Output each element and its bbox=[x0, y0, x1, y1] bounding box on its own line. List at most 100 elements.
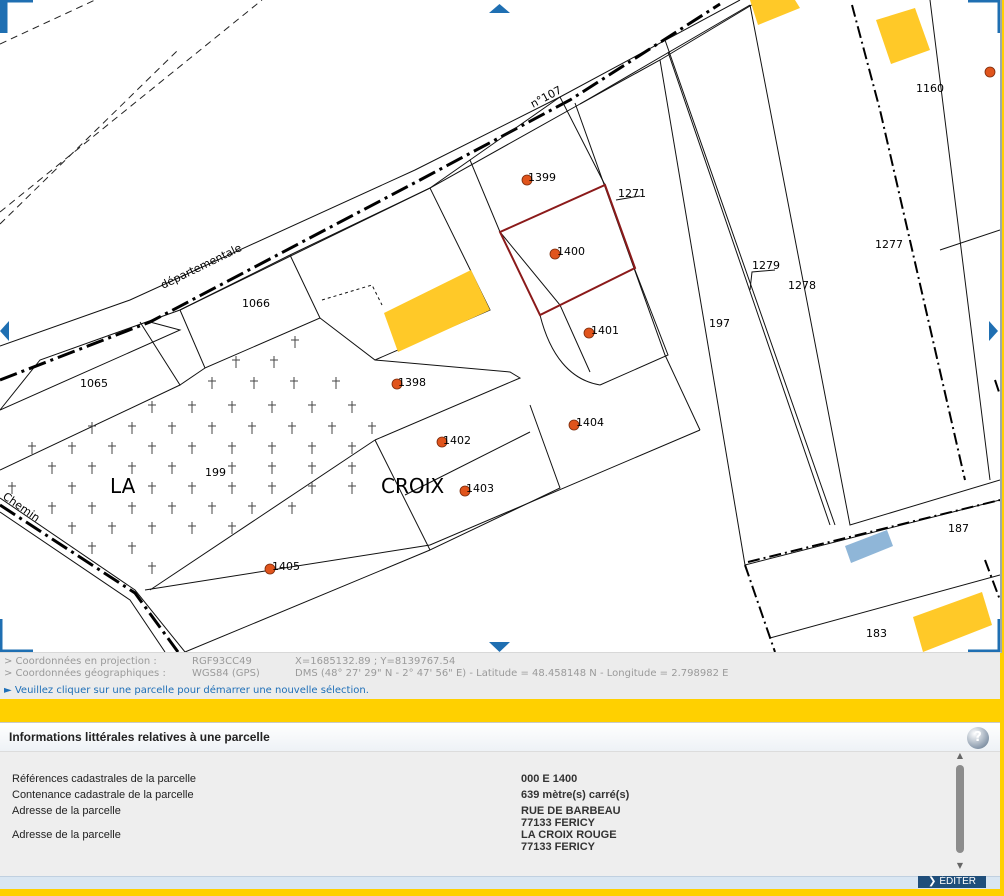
cross-icon bbox=[328, 422, 336, 434]
label-1405[interactable]: 1405 bbox=[272, 560, 300, 573]
edit-button[interactable]: ❯ ÉDITER bbox=[918, 876, 986, 888]
chemin-edge-2 bbox=[0, 511, 166, 652]
buildings bbox=[384, 0, 992, 652]
cross-icon bbox=[348, 401, 356, 413]
parcel-info-panel: Informations littérales relatives à une … bbox=[0, 722, 1000, 889]
corner-top-left-icon bbox=[0, 0, 33, 33]
cross-icon bbox=[348, 462, 356, 474]
label-1066[interactable]: 1066 bbox=[242, 297, 270, 310]
building-main bbox=[384, 270, 490, 352]
cross-icon bbox=[248, 502, 256, 514]
cross-icon bbox=[228, 482, 236, 494]
selection-hint[interactable]: ► Veuillez cliquer sur une parcelle pour… bbox=[4, 685, 369, 696]
label-183[interactable]: 183 bbox=[866, 627, 887, 640]
dashed-lines bbox=[0, 0, 263, 225]
cross-icon bbox=[268, 482, 276, 494]
cross-icon bbox=[208, 502, 216, 514]
label-1399[interactable]: 1399 bbox=[528, 171, 556, 184]
cross-icon bbox=[148, 562, 156, 574]
address2-label: Adresse de la parcelle bbox=[12, 829, 121, 841]
building-top-2 bbox=[750, 0, 800, 25]
cross-icon bbox=[208, 422, 216, 434]
cross-icon bbox=[68, 522, 76, 534]
cross-icon bbox=[248, 422, 256, 434]
cross-icon bbox=[88, 542, 96, 554]
cross-icon bbox=[228, 462, 236, 474]
cross-icon bbox=[188, 522, 196, 534]
cross-icon bbox=[268, 462, 276, 474]
label-1404[interactable]: 1404 bbox=[576, 416, 604, 429]
cross-icon bbox=[48, 462, 56, 474]
address1-line2: 77133 FERICY bbox=[521, 817, 595, 829]
info-header: Informations littérales relatives à une … bbox=[0, 723, 1000, 752]
cross-icon bbox=[168, 462, 176, 474]
scroll-thumb[interactable] bbox=[956, 765, 964, 853]
help-button[interactable]: ? bbox=[967, 727, 989, 749]
cross-icon bbox=[232, 356, 240, 368]
chemin-boundary bbox=[0, 503, 180, 652]
cross-icon bbox=[308, 401, 316, 413]
label-1402[interactable]: 1402 bbox=[443, 434, 471, 447]
cross-icon bbox=[108, 442, 116, 454]
cross-icon bbox=[148, 401, 156, 413]
cross-icon bbox=[68, 442, 76, 454]
cross-icon bbox=[128, 502, 136, 514]
label-1401[interactable]: 1401 bbox=[591, 324, 619, 337]
pan-up-arrow-icon[interactable] bbox=[489, 4, 510, 13]
cross-icon bbox=[228, 522, 236, 534]
cross-icon bbox=[188, 401, 196, 413]
cross-icon bbox=[128, 422, 136, 434]
label-1160[interactable]: 1160 bbox=[916, 82, 944, 95]
info-scrollbar[interactable]: ▲ ▼ bbox=[954, 751, 966, 871]
label-1271[interactable]: 1271 bbox=[618, 187, 646, 200]
pan-down-arrow-icon[interactable] bbox=[489, 642, 510, 652]
place-croix: CROIX bbox=[381, 474, 445, 498]
geographic-system: WGS84 (GPS) bbox=[192, 668, 260, 679]
label-1400[interactable]: 1400 bbox=[557, 245, 585, 258]
geographic-label: > Coordonnées géographiques : bbox=[4, 668, 166, 679]
cadastral-map[interactable]: 1399 1271 1400 1401 1066 1065 1398 1402 … bbox=[0, 0, 1002, 653]
address1-label: Adresse de la parcelle bbox=[12, 805, 121, 817]
cross-icon bbox=[128, 542, 136, 554]
cross-icon bbox=[188, 442, 196, 454]
cross-icon bbox=[148, 482, 156, 494]
cross-icon bbox=[268, 442, 276, 454]
ref-label: Références cadastrales de la parcelle bbox=[12, 773, 197, 785]
cross-icon bbox=[128, 462, 136, 474]
cross-icon bbox=[48, 502, 56, 514]
label-187[interactable]: 187 bbox=[948, 522, 969, 535]
label-1403[interactable]: 1403 bbox=[466, 482, 494, 495]
cross-icon bbox=[250, 377, 258, 389]
dotted-outline bbox=[321, 284, 383, 306]
marker-edge[interactable] bbox=[984, 66, 996, 78]
label-1277[interactable]: 1277 bbox=[875, 238, 903, 251]
label-1065[interactable]: 1065 bbox=[80, 377, 108, 390]
cross-icon bbox=[148, 442, 156, 454]
cross-icon bbox=[148, 522, 156, 534]
edit-label: ÉDITER bbox=[939, 876, 977, 887]
cross-icon bbox=[168, 422, 176, 434]
coordinates-panel: > Coordonnées en projection : RGF93CC49 … bbox=[0, 652, 1000, 699]
label-1278[interactable]: 1278 bbox=[788, 279, 816, 292]
label-197[interactable]: 197 bbox=[709, 317, 730, 330]
pan-right-arrow-icon[interactable] bbox=[989, 321, 998, 341]
label-1398[interactable]: 1398 bbox=[398, 376, 426, 389]
building-top-1 bbox=[876, 8, 930, 64]
label-199[interactable]: 199 bbox=[205, 466, 226, 479]
cross-icon bbox=[368, 422, 376, 434]
cemetery-crosses bbox=[8, 336, 376, 574]
parcel-markers bbox=[264, 66, 996, 575]
scroll-up-icon[interactable]: ▲ bbox=[954, 751, 966, 761]
cross-icon bbox=[268, 401, 276, 413]
cross-icon bbox=[348, 482, 356, 494]
scroll-down-icon[interactable]: ▼ bbox=[954, 861, 966, 871]
cross-icon bbox=[288, 422, 296, 434]
ref-value: 000 E 1400 bbox=[521, 773, 578, 785]
cross-icon bbox=[291, 336, 299, 348]
projection-label: > Coordonnées en projection : bbox=[4, 656, 157, 667]
label-1279[interactable]: 1279 bbox=[752, 259, 780, 272]
map-canvas[interactable]: 1399 1271 1400 1401 1066 1065 1398 1402 … bbox=[0, 0, 1000, 652]
projection-system: RGF93CC49 bbox=[192, 656, 252, 667]
pan-left-arrow-icon[interactable] bbox=[0, 321, 9, 341]
projection-value: X=1685132.89 ; Y=8139767.54 bbox=[295, 656, 456, 667]
